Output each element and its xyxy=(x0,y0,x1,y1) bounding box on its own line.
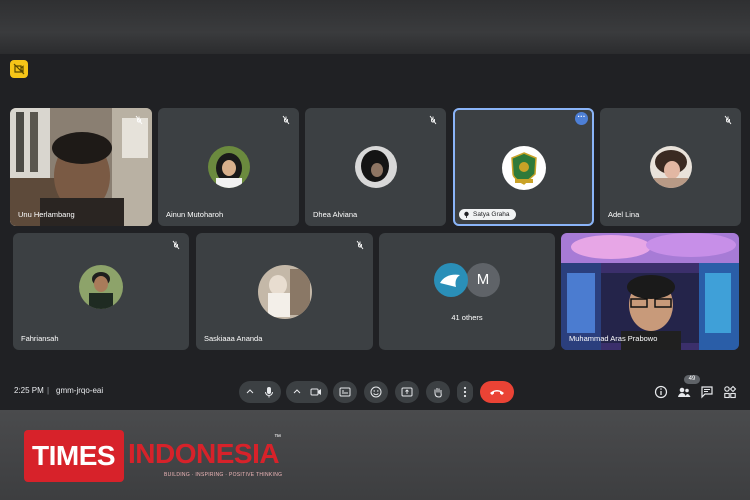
participant-name: Muhammad Aras Prabowo xyxy=(569,334,658,343)
more-options-icon[interactable]: ··· xyxy=(575,112,588,125)
mic-off-icon xyxy=(429,115,437,125)
participant-name: Dhea Alviana xyxy=(313,210,358,219)
avatar xyxy=(258,265,312,319)
others-count: 41 others xyxy=(451,313,483,322)
logo-times-text: TIMES xyxy=(32,440,116,471)
meet-window: Unu Herlambang Ainun Mutoharoh Dhea Alvi… xyxy=(0,54,750,410)
logo-red-block: TIMES xyxy=(24,430,124,482)
participant-tile[interactable]: Dhea Alviana xyxy=(305,108,446,226)
avatar xyxy=(79,265,123,309)
participant-tile[interactable]: Fahriansah xyxy=(13,233,189,350)
avatar xyxy=(650,146,692,188)
chat-icon[interactable] xyxy=(699,384,715,400)
mic-icon xyxy=(265,387,273,398)
avatar-logo xyxy=(502,146,546,190)
times-indonesia-logo: TIMES INDONESIA BUILDING · INSPIRING · P… xyxy=(24,430,282,482)
participant-name: Satya Graha xyxy=(473,211,510,218)
raise-hand-icon xyxy=(434,388,442,398)
no-camera-badge-icon xyxy=(10,60,28,78)
logo-tagline: BUILDING · INSPIRING · POSITIVE THINKING xyxy=(164,472,283,478)
avatar xyxy=(434,263,468,297)
avatar-letter: M xyxy=(466,263,500,297)
captions-button[interactable] xyxy=(333,381,357,403)
emoji-button[interactable] xyxy=(364,381,388,403)
participant-tile-active[interactable]: ··· Satya Graha xyxy=(453,108,594,226)
present-screen-icon xyxy=(401,387,413,397)
logo-indonesia-text: INDONESIA xyxy=(128,438,280,469)
camera-button[interactable] xyxy=(286,381,328,403)
avatar xyxy=(208,146,250,188)
logo-trademark: ™ xyxy=(274,434,281,441)
end-call-icon xyxy=(490,390,504,395)
meeting-code: gmm-jrqo-eai xyxy=(56,386,104,395)
news-banner: TIMES INDONESIA BUILDING · INSPIRING · P… xyxy=(0,410,750,500)
mic-off-icon xyxy=(724,115,732,125)
emoji-icon xyxy=(370,386,382,398)
participant-tile-video[interactable]: Muhammad Aras Prabowo xyxy=(561,233,739,350)
control-bar: 2:25 PM | gmm-jrqo-eai 49 xyxy=(0,372,750,410)
mic-off-icon xyxy=(135,115,143,125)
mic-off-icon xyxy=(282,115,290,125)
activities-icon[interactable] xyxy=(722,384,738,400)
captions-icon xyxy=(339,387,351,397)
participant-name: Fahriansah xyxy=(21,334,59,343)
participant-name: Saskiaaa Ananda xyxy=(204,334,263,343)
mic-off-icon xyxy=(356,240,364,250)
avatar xyxy=(355,146,397,188)
participant-name: Adel Lina xyxy=(608,210,640,219)
camera-icon xyxy=(310,388,321,396)
participant-name-pill: Satya Graha xyxy=(459,209,516,220)
camera-feed-image xyxy=(10,108,152,226)
info-icon[interactable] xyxy=(653,384,669,400)
camera-feed-image xyxy=(561,233,739,350)
pin-icon xyxy=(464,211,469,218)
others-tile[interactable]: M 41 others xyxy=(379,233,555,350)
participant-tile-video[interactable]: Unu Herlambang xyxy=(10,108,152,226)
present-button[interactable] xyxy=(395,381,419,403)
top-backdrop xyxy=(0,0,750,54)
mic-off-icon xyxy=(172,240,180,250)
raise-hand-button[interactable] xyxy=(426,381,450,403)
participant-tile[interactable]: Saskiaaa Ananda xyxy=(196,233,373,350)
participant-name: Unu Herlambang xyxy=(18,210,75,219)
chevron-up-icon[interactable] xyxy=(293,388,301,396)
participant-tile[interactable]: Ainun Mutoharoh xyxy=(158,108,299,226)
chevron-up-icon[interactable] xyxy=(246,388,254,396)
people-count-badge: 49 xyxy=(684,375,700,384)
participant-name: Ainun Mutoharoh xyxy=(166,210,224,219)
mic-button[interactable] xyxy=(239,381,281,403)
more-options-button[interactable] xyxy=(457,381,473,403)
people-icon[interactable] xyxy=(676,384,692,400)
end-call-button[interactable] xyxy=(480,381,514,403)
more-vert-icon xyxy=(463,386,467,398)
participant-tile[interactable]: Adel Lina xyxy=(600,108,741,226)
meeting-time: 2:25 PM xyxy=(14,386,44,395)
separator: | xyxy=(47,386,50,395)
